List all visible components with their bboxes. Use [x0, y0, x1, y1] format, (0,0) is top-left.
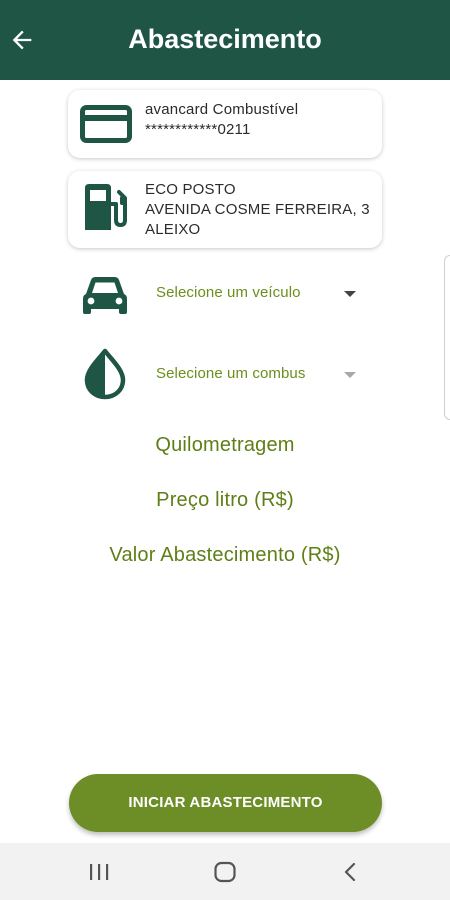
vehicle-select-value: Selecione um veículo	[156, 284, 301, 301]
edge-panel-handle[interactable]	[444, 255, 450, 420]
chevron-down-icon	[344, 291, 356, 297]
recents-icon[interactable]	[84, 857, 114, 887]
fuel-row: Selecione um combus	[0, 346, 450, 406]
chevron-down-icon	[344, 372, 356, 378]
station-name: ECO POSTO	[145, 181, 236, 198]
vehicle-select[interactable]: Selecione um veículo	[154, 274, 366, 314]
back-chevron-icon[interactable]	[336, 857, 366, 887]
start-refuel-button[interactable]: INICIAR ABASTECIMENTO	[69, 774, 382, 832]
card-number: ************0211	[145, 121, 251, 138]
fuel-select[interactable]: Selecione um combus	[154, 355, 366, 395]
vehicle-row: Selecione um veículo	[0, 266, 450, 326]
app-bar: Abastecimento	[0, 0, 450, 80]
card-details: avancard Combustível ************0211	[145, 100, 382, 140]
price-per-liter-input[interactable]: Preço litro (R$)	[0, 489, 450, 512]
drop-icon	[82, 348, 128, 405]
gas-pump-icon	[82, 182, 128, 237]
total-value-input[interactable]: Valor Abastecimento (R$)	[0, 544, 450, 567]
station-details: ECO POSTO AVENIDA COSME FERREIRA, 3 ALEI…	[145, 180, 382, 240]
car-icon	[80, 274, 130, 323]
page-title: Abastecimento	[128, 24, 322, 54]
gas-station-panel: ECO POSTO AVENIDA COSME FERREIRA, 3 ALEI…	[68, 171, 382, 248]
card-name: avancard Combustível	[145, 101, 299, 118]
payment-card-panel: avancard Combustível ************0211	[68, 90, 382, 158]
station-neighborhood: ALEIXO	[145, 221, 201, 238]
system-navigation-bar	[0, 843, 450, 900]
mileage-input[interactable]: Quilometragem	[0, 434, 450, 457]
credit-card-icon	[80, 102, 132, 151]
home-icon[interactable]	[210, 857, 240, 887]
fuel-select-value: Selecione um combus	[156, 365, 306, 382]
station-address: AVENIDA COSME FERREIRA, 3	[145, 201, 370, 218]
